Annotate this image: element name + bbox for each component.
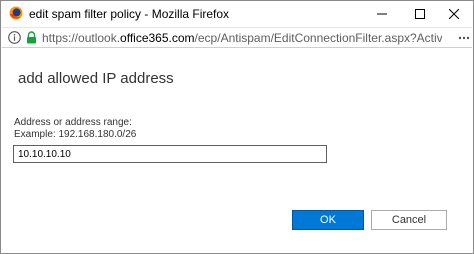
ok-button[interactable]: OK	[292, 210, 364, 230]
title-bar[interactable]: edit spam filter policy - Mozilla Firefo…	[1, 1, 473, 26]
window-title: edit spam filter policy - Mozilla Firefo…	[29, 7, 230, 21]
url-text[interactable]: https://outlook.office365.com/ecp/Antisp…	[42, 31, 442, 45]
address-field-example: Example: 192.168.180.0/26	[14, 129, 137, 140]
page-menu-icon[interactable]	[458, 32, 470, 44]
minimize-icon	[377, 13, 387, 14]
address-bar[interactable]: https://outlook.office365.com/ecp/Antisp…	[2, 27, 472, 48]
maximize-icon	[415, 8, 425, 19]
minimize-button[interactable]	[361, 1, 403, 26]
info-icon[interactable]	[8, 31, 21, 44]
browser-window: edit spam filter policy - Mozilla Firefo…	[0, 0, 474, 254]
url-path: /ecp/Antispam/EditConnectionFilter.aspx?…	[194, 31, 442, 45]
firefox-icon	[9, 6, 23, 20]
url-domain: office365.com	[120, 31, 195, 45]
close-icon	[449, 8, 459, 19]
ip-address-input[interactable]	[13, 145, 327, 163]
dialog-heading: add allowed IP address	[18, 70, 174, 87]
cancel-button[interactable]: Cancel	[371, 210, 447, 230]
address-field-label: Address or address range:	[14, 117, 132, 128]
close-button[interactable]	[433, 1, 474, 26]
url-prefix: https://outlook.	[42, 31, 121, 45]
lock-icon[interactable]	[26, 31, 37, 44]
